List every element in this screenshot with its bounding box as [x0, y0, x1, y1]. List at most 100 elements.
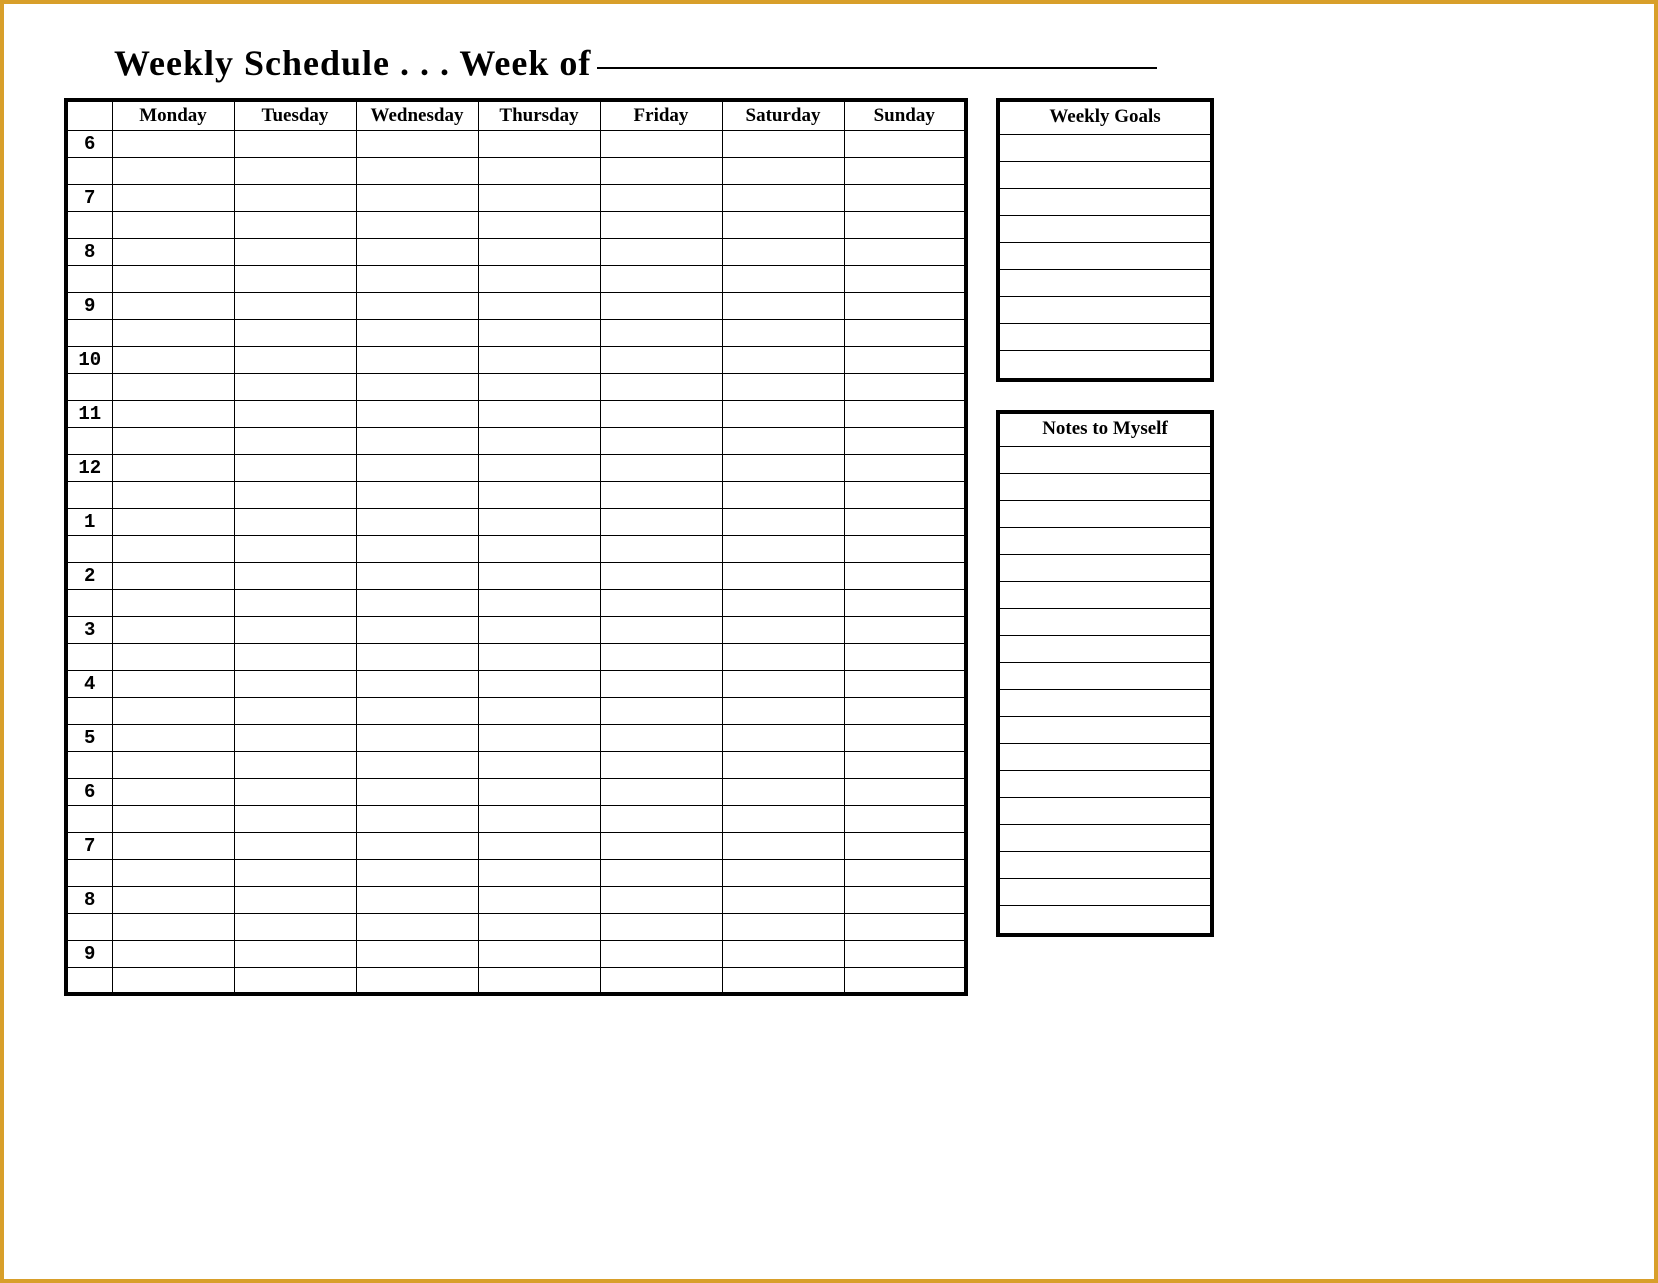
schedule-cell[interactable]	[722, 778, 844, 805]
schedule-cell[interactable]	[112, 886, 234, 913]
schedule-cell[interactable]	[356, 859, 478, 886]
schedule-cell[interactable]	[356, 913, 478, 940]
schedule-cell[interactable]	[844, 130, 966, 157]
note-line[interactable]	[1000, 798, 1210, 825]
schedule-cell[interactable]	[356, 751, 478, 778]
schedule-cell[interactable]	[478, 130, 600, 157]
note-line[interactable]	[1000, 636, 1210, 663]
schedule-cell[interactable]	[234, 454, 356, 481]
schedule-cell[interactable]	[112, 346, 234, 373]
schedule-cell[interactable]	[722, 697, 844, 724]
schedule-cell[interactable]	[356, 454, 478, 481]
schedule-cell[interactable]	[844, 184, 966, 211]
schedule-cell[interactable]	[356, 184, 478, 211]
schedule-cell[interactable]	[356, 616, 478, 643]
schedule-cell[interactable]	[112, 292, 234, 319]
schedule-cell[interactable]	[600, 157, 722, 184]
schedule-cell[interactable]	[844, 157, 966, 184]
schedule-cell[interactable]	[234, 805, 356, 832]
schedule-cell[interactable]	[844, 886, 966, 913]
note-line[interactable]	[1000, 717, 1210, 744]
schedule-cell[interactable]	[478, 400, 600, 427]
schedule-cell[interactable]	[844, 481, 966, 508]
schedule-cell[interactable]	[844, 616, 966, 643]
schedule-cell[interactable]	[844, 778, 966, 805]
schedule-cell[interactable]	[600, 778, 722, 805]
schedule-cell[interactable]	[356, 157, 478, 184]
schedule-cell[interactable]	[722, 157, 844, 184]
schedule-cell[interactable]	[112, 643, 234, 670]
schedule-cell[interactable]	[356, 238, 478, 265]
schedule-cell[interactable]	[478, 481, 600, 508]
schedule-cell[interactable]	[112, 697, 234, 724]
schedule-cell[interactable]	[234, 778, 356, 805]
schedule-cell[interactable]	[722, 508, 844, 535]
schedule-cell[interactable]	[356, 292, 478, 319]
schedule-cell[interactable]	[844, 427, 966, 454]
schedule-cell[interactable]	[600, 562, 722, 589]
schedule-cell[interactable]	[112, 130, 234, 157]
schedule-cell[interactable]	[722, 265, 844, 292]
schedule-cell[interactable]	[112, 211, 234, 238]
schedule-cell[interactable]	[600, 859, 722, 886]
schedule-cell[interactable]	[112, 265, 234, 292]
schedule-cell[interactable]	[600, 292, 722, 319]
schedule-cell[interactable]	[234, 589, 356, 616]
schedule-cell[interactable]	[722, 454, 844, 481]
schedule-cell[interactable]	[356, 967, 478, 994]
schedule-cell[interactable]	[600, 697, 722, 724]
schedule-cell[interactable]	[356, 346, 478, 373]
schedule-cell[interactable]	[234, 481, 356, 508]
schedule-cell[interactable]	[478, 373, 600, 400]
schedule-cell[interactable]	[356, 589, 478, 616]
schedule-cell[interactable]	[478, 940, 600, 967]
schedule-cell[interactable]	[356, 805, 478, 832]
schedule-cell[interactable]	[722, 238, 844, 265]
note-line[interactable]	[1000, 906, 1210, 933]
schedule-cell[interactable]	[722, 670, 844, 697]
schedule-cell[interactable]	[112, 859, 234, 886]
schedule-cell[interactable]	[600, 373, 722, 400]
schedule-cell[interactable]	[722, 373, 844, 400]
schedule-cell[interactable]	[478, 211, 600, 238]
schedule-cell[interactable]	[844, 751, 966, 778]
schedule-cell[interactable]	[478, 319, 600, 346]
schedule-cell[interactable]	[844, 670, 966, 697]
schedule-cell[interactable]	[234, 184, 356, 211]
schedule-cell[interactable]	[356, 373, 478, 400]
schedule-cell[interactable]	[234, 292, 356, 319]
goal-line[interactable]	[1000, 162, 1210, 189]
schedule-cell[interactable]	[356, 535, 478, 562]
schedule-cell[interactable]	[722, 967, 844, 994]
schedule-cell[interactable]	[478, 859, 600, 886]
schedule-cell[interactable]	[234, 400, 356, 427]
schedule-cell[interactable]	[234, 157, 356, 184]
schedule-cell[interactable]	[478, 157, 600, 184]
schedule-cell[interactable]	[600, 616, 722, 643]
schedule-cell[interactable]	[112, 508, 234, 535]
schedule-cell[interactable]	[478, 805, 600, 832]
schedule-cell[interactable]	[356, 562, 478, 589]
schedule-cell[interactable]	[844, 940, 966, 967]
schedule-cell[interactable]	[234, 886, 356, 913]
schedule-cell[interactable]	[356, 940, 478, 967]
schedule-cell[interactable]	[478, 697, 600, 724]
schedule-cell[interactable]	[600, 670, 722, 697]
schedule-cell[interactable]	[234, 319, 356, 346]
schedule-cell[interactable]	[722, 832, 844, 859]
schedule-cell[interactable]	[478, 886, 600, 913]
schedule-cell[interactable]	[234, 859, 356, 886]
schedule-cell[interactable]	[234, 616, 356, 643]
schedule-cell[interactable]	[112, 751, 234, 778]
schedule-cell[interactable]	[844, 346, 966, 373]
note-line[interactable]	[1000, 474, 1210, 501]
goal-line[interactable]	[1000, 297, 1210, 324]
schedule-cell[interactable]	[112, 535, 234, 562]
goal-line[interactable]	[1000, 324, 1210, 351]
schedule-cell[interactable]	[722, 751, 844, 778]
schedule-cell[interactable]	[112, 184, 234, 211]
note-line[interactable]	[1000, 555, 1210, 582]
schedule-cell[interactable]	[112, 319, 234, 346]
schedule-cell[interactable]	[478, 265, 600, 292]
schedule-cell[interactable]	[844, 967, 966, 994]
